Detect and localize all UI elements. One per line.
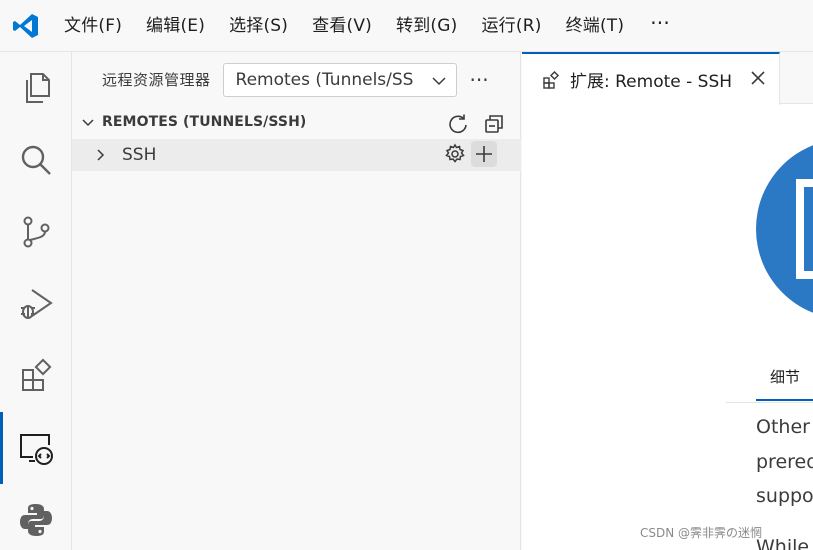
extensions-icon[interactable]: [0, 340, 72, 412]
editor-area: 扩展: Remote - SSH 细节 Other | prereq suppo…: [522, 52, 813, 550]
python-icon[interactable]: [0, 484, 72, 550]
run-debug-icon[interactable]: [0, 268, 72, 340]
description-line: Other |: [756, 416, 813, 438]
menu-view[interactable]: 查看(V): [300, 0, 384, 52]
title-bar: 文件(F) 编辑(E) 选择(S) 查看(V) 转到(G) 运行(R) 终端(T…: [0, 0, 813, 52]
source-control-icon[interactable]: [0, 196, 72, 268]
add-icon[interactable]: [471, 141, 497, 167]
extension-logo: [756, 139, 813, 319]
close-icon[interactable]: [749, 69, 767, 91]
remote-explorer-icon[interactable]: [0, 412, 72, 484]
search-icon[interactable]: [0, 124, 72, 196]
remotes-select[interactable]: Remotes (Tunnels/SS: [222, 62, 457, 97]
sidebar-header: 远程资源管理器 Remotes (Tunnels/SS ···: [72, 52, 520, 107]
menu-edit[interactable]: 编辑(E): [134, 0, 217, 52]
vscode-logo-icon: [0, 0, 52, 52]
menu-more-button[interactable]: ···: [636, 0, 684, 52]
remotes-select-value: Remotes (Tunnels/SS: [235, 69, 414, 90]
chevron-down-icon: [430, 72, 448, 95]
description-line: prereq: [756, 451, 813, 473]
menu-bar: 文件(F) 编辑(E) 选择(S) 查看(V) 转到(G) 运行(R) 终端(T…: [52, 0, 684, 52]
csdn-watermark: CSDN @霁非霁の迷惘: [640, 526, 763, 540]
gear-icon[interactable]: [442, 141, 468, 167]
tab-divider: [726, 402, 813, 403]
remotes-section-header[interactable]: REMOTES (TUNNELS/SSH): [72, 107, 521, 139]
tab-details[interactable]: 细节: [770, 366, 800, 387]
description-line: While: [756, 536, 810, 550]
extensions-icon: [542, 70, 560, 89]
menu-terminal[interactable]: 终端(T): [554, 0, 637, 52]
collapse-all-icon[interactable]: [481, 111, 507, 137]
description-line: suppor: [756, 485, 813, 507]
sidebar-title: 远程资源管理器: [102, 71, 211, 89]
extension-logo-mark: [796, 179, 813, 279]
menu-go[interactable]: 转到(G): [384, 0, 469, 52]
menu-selection[interactable]: 选择(S): [217, 0, 300, 52]
chevron-down-icon: [80, 115, 96, 135]
remote-explorer-sidebar: 远程资源管理器 Remotes (Tunnels/SS ··· REMOTES …: [72, 52, 521, 550]
menu-file[interactable]: 文件(F): [52, 0, 134, 52]
chevron-right-icon: [93, 147, 109, 167]
tree-item-label: SSH: [122, 145, 157, 165]
activity-bar: [0, 52, 72, 550]
tab-strip: 扩展: Remote - SSH: [522, 52, 813, 105]
tab-label: 扩展: Remote - SSH: [570, 72, 733, 92]
tree-item-ssh[interactable]: SSH: [72, 139, 521, 171]
tab-extension-remote-ssh[interactable]: 扩展: Remote - SSH: [522, 52, 780, 105]
refresh-icon[interactable]: [445, 111, 471, 137]
explorer-icon[interactable]: [0, 52, 72, 124]
section-actions: [445, 111, 507, 137]
menu-run[interactable]: 运行(R): [469, 0, 553, 52]
section-title: REMOTES (TUNNELS/SSH): [102, 114, 307, 130]
tree-item-actions: [442, 141, 497, 167]
sidebar-more-actions-button[interactable]: ···: [470, 65, 489, 95]
active-tab-indicator: [756, 399, 813, 401]
